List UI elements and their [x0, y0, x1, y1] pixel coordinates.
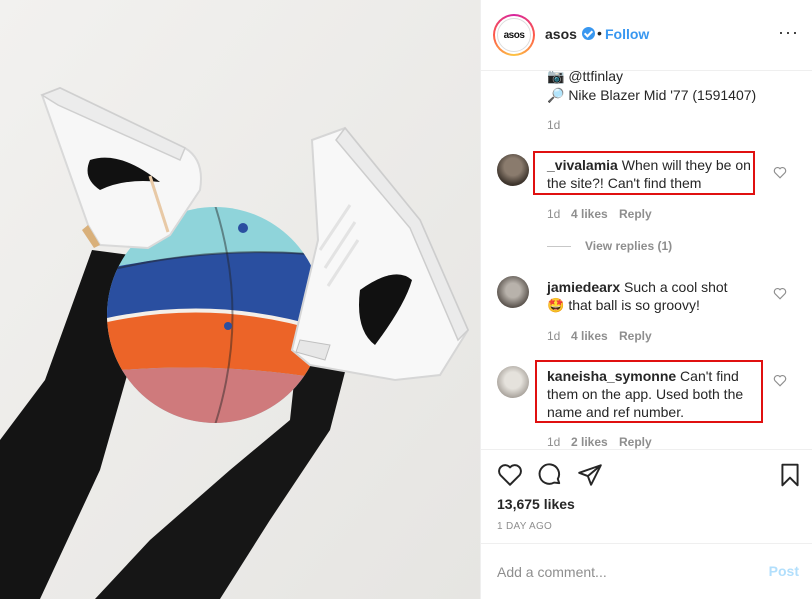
account-avatar[interactable]: asos [493, 14, 535, 56]
add-comment-input[interactable] [497, 562, 747, 582]
comment-likes-count: 4 likes [571, 329, 608, 343]
likes-count[interactable]: 13,675 likes [497, 496, 575, 512]
instagram-post: asos asos • Follow ··· 📷 @ttfinlay 🔎 Nik… [0, 0, 812, 599]
reply-button[interactable]: Reply [619, 207, 652, 221]
add-comment-bar: Post [481, 543, 812, 599]
comment-time[interactable]: 1d [547, 435, 560, 449]
like-comment-heart-icon[interactable] [773, 287, 787, 300]
avatar[interactable] [497, 154, 529, 186]
view-replies-button[interactable]: View replies (1) [585, 239, 672, 253]
comment-likes-count: 4 likes [571, 207, 608, 221]
account-username[interactable]: asos [545, 26, 577, 42]
comment-likes[interactable]: 2 likes [571, 435, 608, 449]
caption-product: 🔎 Nike Blazer Mid '77 (1591407) [547, 87, 757, 103]
header-separator: • [597, 25, 602, 41]
save-bookmark-icon[interactable] [777, 462, 803, 488]
reply-button[interactable]: Reply [619, 329, 652, 343]
comment-text: jamiedearx Such a cool shot 🤩 that ball … [547, 278, 732, 314]
avatar[interactable] [497, 276, 529, 308]
view-replies-line [547, 246, 571, 247]
like-heart-icon[interactable] [497, 462, 523, 488]
comment-time[interactable]: 1d [547, 207, 560, 221]
caption-photographer: 📷 @ttfinlay [547, 71, 623, 84]
comment-time[interactable]: 1d [547, 329, 560, 343]
post-header: asos asos • Follow ··· [481, 0, 812, 71]
highlight-box [535, 360, 763, 423]
comments-list[interactable]: 📷 @ttfinlay 🔎 Nike Blazer Mid '77 (15914… [481, 71, 812, 449]
post-side-panel: asos asos • Follow ··· 📷 @ttfinlay 🔎 Nik… [480, 0, 812, 599]
avatar-logo-text: asos [497, 18, 531, 52]
comment-bubble-icon[interactable] [537, 462, 563, 488]
follow-button[interactable]: Follow [605, 26, 649, 42]
comment-likes[interactable]: 4 likes [571, 329, 608, 343]
share-paper-plane-icon[interactable] [577, 462, 603, 488]
caption-time[interactable]: 1d [547, 118, 560, 132]
post-photo[interactable] [0, 0, 480, 599]
photo-illustration [0, 0, 480, 599]
comment-likes[interactable]: 4 likes [571, 207, 608, 221]
highlight-box [533, 151, 755, 195]
post-date: 1 DAY AGO [497, 521, 553, 532]
comment-username[interactable]: jamiedearx [547, 279, 620, 295]
like-comment-heart-icon[interactable] [773, 166, 787, 179]
post-comment-button[interactable]: Post [769, 563, 799, 579]
reply-button[interactable]: Reply [619, 435, 652, 449]
verified-badge-icon [582, 27, 595, 40]
more-options-icon[interactable]: ··· [778, 22, 799, 43]
avatar[interactable] [497, 366, 529, 398]
comment-likes-count: 2 likes [571, 435, 608, 449]
like-comment-heart-icon[interactable] [773, 374, 787, 387]
